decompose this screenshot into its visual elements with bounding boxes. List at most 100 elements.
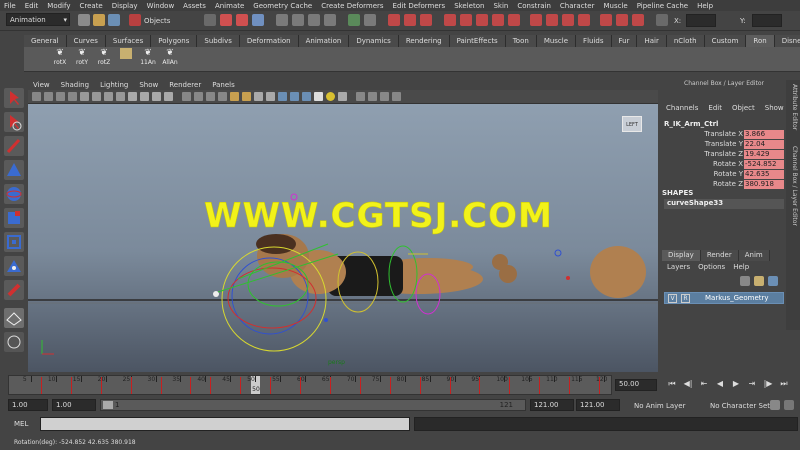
keyframe-marker[interactable] <box>359 377 361 394</box>
shelf-tab-painteffects[interactable]: PaintEffects <box>449 35 506 47</box>
channel-value[interactable]: 19.429 <box>744 150 784 159</box>
keyframe-marker[interactable] <box>130 377 132 394</box>
x-field[interactable] <box>686 14 716 27</box>
command-language-label[interactable]: MEL <box>14 420 28 428</box>
keyframe-marker[interactable] <box>300 377 302 394</box>
tab-attribute-editor[interactable]: Attribute Editor <box>788 84 798 130</box>
mask-curves-icon[interactable] <box>236 14 248 26</box>
channel-name[interactable]: Rotate Y <box>714 170 743 178</box>
input-ops-icon[interactable] <box>364 14 376 26</box>
fluid-icon[interactable] <box>600 14 612 26</box>
step-forward-key-icon[interactable]: ⇥ <box>746 378 758 390</box>
shelf-button-rotx[interactable]: ❦ rotX <box>50 48 70 71</box>
menuset-dropdown[interactable]: Animation ▾ <box>6 13 70 26</box>
keyframe-marker[interactable] <box>210 377 212 394</box>
safe-title-icon[interactable] <box>152 92 161 101</box>
layer-tab-anim[interactable]: Anim <box>738 250 770 261</box>
menu-skeleton[interactable]: Skeleton <box>454 2 484 10</box>
start-time-field[interactable]: 1.00 <box>8 399 48 411</box>
channel-row[interactable]: Rotate Y 42.635 <box>662 170 786 180</box>
shelf-tab-dynamics[interactable]: Dynamics <box>349 35 399 47</box>
channel-row[interactable]: Translate Z 19.429 <box>662 150 786 160</box>
keyframe-marker[interactable] <box>270 377 272 394</box>
menu-edit-deformers[interactable]: Edit Deformers <box>393 2 446 10</box>
xray-joints-icon[interactable] <box>314 92 323 101</box>
lasso-tool-icon[interactable] <box>4 112 24 132</box>
render-frame-icon[interactable] <box>388 14 400 26</box>
channel-value[interactable]: -524.852 <box>744 160 784 169</box>
snap-grid-icon[interactable] <box>276 14 288 26</box>
textured-icon[interactable] <box>218 92 227 101</box>
keyframe-marker[interactable] <box>160 377 162 394</box>
channel-value[interactable]: 42.635 <box>744 170 784 179</box>
hypershade-icon[interactable] <box>444 14 456 26</box>
menu-character[interactable]: Character <box>560 2 595 10</box>
menu-assets[interactable]: Assets <box>183 2 206 10</box>
camera-icon[interactable] <box>508 14 520 26</box>
menu-animate[interactable]: Animate <box>215 2 244 10</box>
shelf-tab-polygons[interactable]: Polygons <box>151 35 198 47</box>
end-time-field[interactable]: 121.00 <box>576 399 620 411</box>
command-input[interactable] <box>40 417 410 431</box>
time-slider[interactable]: 50 5101520253035404550556065707580859095… <box>8 375 612 395</box>
menu-window[interactable]: Window <box>147 2 175 10</box>
menu-edit[interactable]: Edit <box>25 2 39 10</box>
shaded-wire-icon[interactable] <box>338 92 347 101</box>
channel-row[interactable]: Translate Y 22.04 <box>662 140 786 150</box>
keyframe-marker[interactable] <box>539 377 541 394</box>
channel-value[interactable]: 380.918 <box>744 180 784 189</box>
shelf-tab-disneytools[interactable]: DisneyTools <box>774 35 800 47</box>
keyframe-marker[interactable] <box>479 377 481 394</box>
panel-menu-shading[interactable]: Shading <box>61 81 89 89</box>
layer-menu-help[interactable]: Help <box>733 263 749 271</box>
shelf-button-rotz[interactable]: ❦ rotZ <box>94 48 114 71</box>
shelf-button-custom[interactable] <box>116 48 136 71</box>
layer-menu-layers[interactable]: Layers <box>667 263 690 271</box>
menu-help[interactable]: Help <box>697 2 713 10</box>
anim-layer-dropdown[interactable]: No Anim Layer <box>634 402 685 410</box>
default-material-icon[interactable] <box>206 92 215 101</box>
play-forward-icon[interactable]: ▶ <box>730 378 742 390</box>
snap-curve-icon[interactable] <box>292 14 304 26</box>
show-objects-icon[interactable] <box>530 14 542 26</box>
save-scene-icon[interactable] <box>108 14 120 26</box>
new-scene-icon[interactable] <box>78 14 90 26</box>
channel-name[interactable]: Rotate Z <box>713 180 743 188</box>
frame-selected-icon[interactable] <box>380 92 389 101</box>
input-mode-icon[interactable] <box>656 14 668 26</box>
hair-icon[interactable] <box>632 14 644 26</box>
step-back-key-icon[interactable]: ⇤ <box>698 378 710 390</box>
channel-menu-show[interactable]: Show <box>765 104 784 114</box>
channel-name[interactable]: Translate X <box>704 130 743 138</box>
toon-icon[interactable] <box>578 14 590 26</box>
rotate-tool-icon[interactable] <box>4 184 24 204</box>
playback-start-field[interactable]: 1.00 <box>52 399 96 411</box>
keyframe-marker[interactable] <box>190 377 192 394</box>
layer-options-icon[interactable] <box>768 276 778 286</box>
move-tool-icon[interactable] <box>4 160 24 180</box>
keyframe-marker[interactable] <box>100 377 102 394</box>
keyframe-marker[interactable] <box>599 377 601 394</box>
go-to-start-icon[interactable]: ⏮ <box>666 378 678 390</box>
isolate-select-icon[interactable] <box>356 92 365 101</box>
channel-row[interactable]: Translate X 3.866 <box>662 130 786 140</box>
menu-skin[interactable]: Skin <box>493 2 508 10</box>
frame-all-icon[interactable] <box>368 92 377 101</box>
open-scene-icon[interactable] <box>93 14 105 26</box>
shelf-tab-ncloth[interactable]: nCloth <box>666 35 705 47</box>
animation-prefs-icon[interactable] <box>784 400 794 410</box>
wireframe-icon[interactable] <box>182 92 191 101</box>
history-icon[interactable] <box>348 14 360 26</box>
shelf-tab-muscle[interactable]: Muscle <box>536 35 577 47</box>
shape-row[interactable]: curveShape33 <box>664 199 784 209</box>
soft-mod-icon[interactable] <box>4 256 24 276</box>
render-view-icon[interactable] <box>460 14 472 26</box>
grid-icon[interactable] <box>80 92 89 101</box>
panel-menu-show[interactable]: Show <box>139 81 158 89</box>
shelf-tab-rendering[interactable]: Rendering <box>398 35 450 47</box>
character-set-dropdown[interactable]: No Character Set <box>710 402 770 410</box>
select-handles-icon[interactable] <box>204 14 216 26</box>
play-backward-icon[interactable]: ◀ <box>714 378 726 390</box>
playback-end-field[interactable]: 121.00 <box>530 399 574 411</box>
channel-row[interactable]: Rotate X -524.852 <box>662 160 786 170</box>
